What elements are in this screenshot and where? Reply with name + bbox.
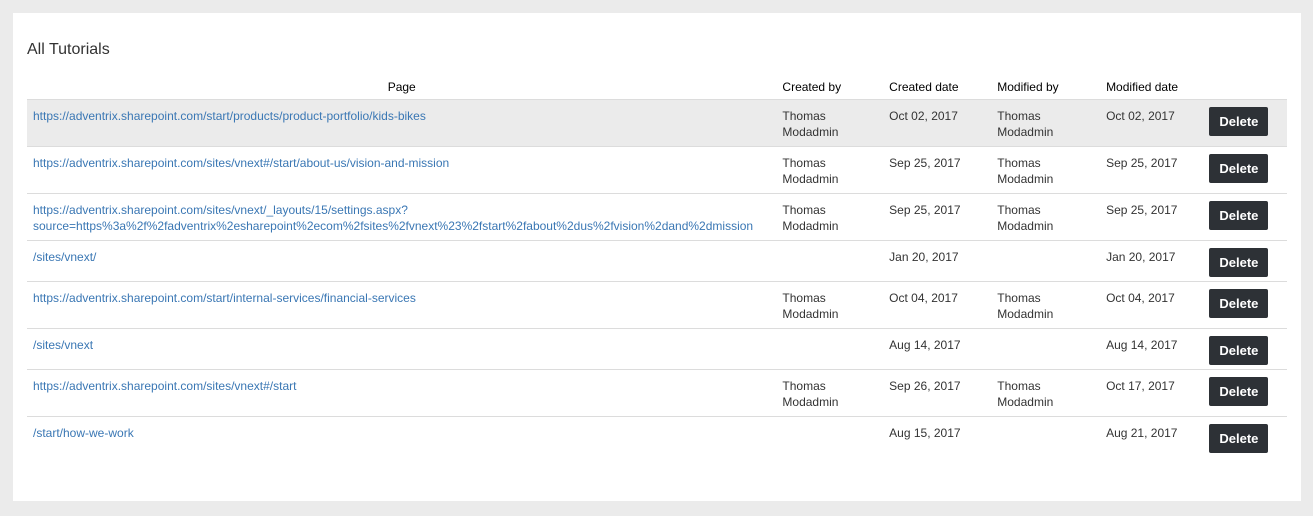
modified-by-cell: Thomas Modadmin	[991, 369, 1101, 417]
delete-button[interactable]: Delete	[1209, 248, 1269, 277]
action-cell: Delete	[1203, 328, 1287, 370]
page-link[interactable]: https://adventrix.sharepoint.com/start/p…	[33, 109, 426, 123]
column-header-modified-by[interactable]: Modified by	[991, 75, 1100, 100]
page-title: All Tutorials	[27, 41, 110, 58]
modified-by-cell	[991, 416, 1101, 457]
action-cell: Delete	[1203, 99, 1287, 147]
delete-button[interactable]: Delete	[1209, 377, 1269, 406]
modified-by-cell: Thomas Modadmin	[991, 281, 1101, 329]
created-by-cell: Thomas Modadmin	[776, 146, 884, 194]
modified-by-cell: Thomas Modadmin	[991, 193, 1101, 241]
delete-button[interactable]: Delete	[1209, 154, 1269, 183]
modified-date-cell: Oct 02, 2017	[1100, 99, 1204, 147]
page-cell: https://adventrix.sharepoint.com/start/i…	[27, 281, 777, 329]
table-row: https://adventrix.sharepoint.com/sites/v…	[27, 146, 1287, 194]
modified-by-cell	[991, 240, 1101, 282]
created-date-cell: Sep 25, 2017	[883, 146, 992, 194]
modified-date-cell: Sep 25, 2017	[1100, 146, 1204, 194]
page-link[interactable]: https://adventrix.sharepoint.com/start/i…	[33, 291, 416, 305]
table-row: https://adventrix.sharepoint.com/sites/v…	[27, 193, 1287, 241]
table-row: https://adventrix.sharepoint.com/start/i…	[27, 281, 1287, 329]
modified-date-cell: Oct 17, 2017	[1100, 369, 1204, 417]
delete-button[interactable]: Delete	[1209, 289, 1269, 318]
page-link[interactable]: https://adventrix.sharepoint.com/sites/v…	[33, 156, 449, 170]
column-header-modified-date[interactable]: Modified date	[1100, 75, 1203, 100]
action-cell: Delete	[1203, 281, 1287, 329]
created-date-cell: Sep 25, 2017	[883, 193, 992, 241]
action-cell: Delete	[1203, 416, 1287, 457]
page-link[interactable]: /sites/vnext/	[33, 250, 96, 264]
created-by-cell: Thomas Modadmin	[776, 281, 884, 329]
page-cell: /sites/vnext	[27, 328, 777, 370]
modified-date-cell: Aug 14, 2017	[1100, 328, 1204, 370]
created-date-cell: Aug 15, 2017	[883, 416, 992, 457]
delete-button[interactable]: Delete	[1209, 424, 1269, 453]
modified-date-cell: Oct 04, 2017	[1100, 281, 1204, 329]
page-cell: https://adventrix.sharepoint.com/start/p…	[27, 99, 777, 147]
page-cell: /sites/vnext/	[27, 240, 777, 282]
created-by-cell: Thomas Modadmin	[776, 99, 884, 147]
page-link-line-1: https://adventrix.sharepoint.com/sites/v…	[33, 203, 408, 217]
delete-button[interactable]: Delete	[1209, 201, 1269, 230]
modified-date-cell: Sep 25, 2017	[1100, 193, 1204, 241]
table-row: /sites/vnext/ Jan 20, 2017 Jan 20, 2017 …	[27, 240, 1287, 282]
table-header-row: Page Created by Created date Modified by…	[27, 75, 1287, 100]
created-by-cell	[776, 240, 884, 282]
action-cell: Delete	[1203, 146, 1287, 194]
action-cell: Delete	[1203, 240, 1287, 282]
modified-date-cell: Aug 21, 2017	[1100, 416, 1204, 457]
created-date-cell: Sep 26, 2017	[883, 369, 992, 417]
created-by-cell	[776, 328, 884, 370]
delete-button[interactable]: Delete	[1209, 336, 1269, 365]
tutorials-panel: All Tutorials Page Created by Created da…	[13, 13, 1301, 501]
action-cell: Delete	[1203, 369, 1287, 417]
page-link[interactable]: https://adventrix.sharepoint.com/sites/v…	[33, 203, 753, 233]
tutorials-table: Page Created by Created date Modified by…	[27, 75, 1287, 457]
modified-date-cell: Jan 20, 2017	[1100, 240, 1204, 282]
created-date-cell: Oct 02, 2017	[883, 99, 992, 147]
page-cell: /start/how-we-work	[27, 416, 777, 457]
modified-by-cell: Thomas Modadmin	[991, 99, 1101, 147]
created-by-cell: Thomas Modadmin	[776, 193, 884, 241]
page-link[interactable]: /start/how-we-work	[33, 426, 134, 440]
table-row: https://adventrix.sharepoint.com/start/p…	[27, 99, 1287, 147]
page-cell: https://adventrix.sharepoint.com/sites/v…	[27, 146, 777, 194]
page-link-line-2: source=https%3a%2f%2fadventrix%2esharepo…	[33, 219, 754, 233]
table-row: /sites/vnext Aug 14, 2017 Aug 14, 2017 D…	[27, 328, 1287, 370]
page-cell: https://adventrix.sharepoint.com/sites/v…	[27, 369, 777, 417]
column-header-created-date[interactable]: Created date	[883, 75, 991, 100]
table-row: /start/how-we-work Aug 15, 2017 Aug 21, …	[27, 416, 1287, 457]
page-cell: https://adventrix.sharepoint.com/sites/v…	[27, 193, 777, 241]
page-link[interactable]: https://adventrix.sharepoint.com/sites/v…	[33, 379, 296, 393]
action-cell: Delete	[1203, 193, 1287, 241]
created-by-cell	[776, 416, 884, 457]
created-by-cell: Thomas Modadmin	[776, 369, 884, 417]
column-header-page[interactable]: Page	[27, 75, 776, 100]
created-date-cell: Aug 14, 2017	[883, 328, 992, 370]
column-header-created-by[interactable]: Created by	[776, 75, 883, 100]
column-header-actions	[1203, 75, 1287, 100]
created-date-cell: Oct 04, 2017	[883, 281, 992, 329]
modified-by-cell: Thomas Modadmin	[991, 146, 1101, 194]
table-row: https://adventrix.sharepoint.com/sites/v…	[27, 369, 1287, 417]
page-link[interactable]: /sites/vnext	[33, 338, 93, 352]
created-date-cell: Jan 20, 2017	[883, 240, 992, 282]
delete-button[interactable]: Delete	[1209, 107, 1269, 136]
modified-by-cell	[991, 328, 1101, 370]
